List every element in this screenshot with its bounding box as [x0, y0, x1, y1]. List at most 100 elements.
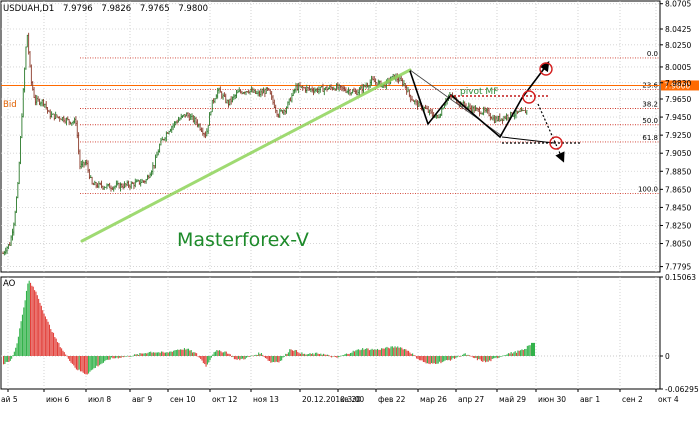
ao-bar: [405, 349, 406, 356]
ao-bar: [292, 350, 293, 356]
pivot-annotation: pivot MF: [460, 87, 498, 97]
y-tick-label: 7.9250: [665, 131, 691, 140]
ao-bar: [249, 356, 250, 357]
ao-bar: [493, 356, 494, 358]
ao-bar: [4, 356, 5, 364]
ao-bar: [170, 351, 171, 356]
ao-bar: [463, 354, 464, 356]
ao-bar: [531, 343, 535, 356]
ao-bar: [91, 356, 92, 370]
x-tick-label: сен 2: [622, 395, 643, 404]
ao-bar: [66, 356, 67, 357]
ao-bar: [44, 314, 45, 356]
ao-bar: [438, 356, 439, 364]
ao-bar: [358, 349, 359, 356]
ao-bar: [419, 356, 420, 360]
ao-bar: [282, 356, 283, 358]
chart-window: 0.023.638.250.061.8100.07.9800 ай 5июн 6…: [0, 0, 700, 417]
ao-bar: [162, 352, 163, 356]
ao-bar: [265, 356, 266, 358]
fib-level-label: 100.0: [638, 185, 658, 193]
ao-bar: [449, 356, 450, 360]
ao-bar: [335, 356, 336, 357]
ao-bar: [215, 352, 216, 356]
ao-bar: [524, 349, 525, 356]
fib-level-label: 50.0: [642, 117, 658, 125]
ao-bar: [3, 356, 4, 364]
ao-bar: [211, 356, 212, 358]
ao-bar: [280, 356, 281, 361]
x-tick-label: окт 4: [658, 395, 679, 404]
ao-bar: [400, 347, 401, 356]
ao-bar: [330, 356, 331, 357]
ao-bar: [212, 355, 213, 356]
ao-bar: [154, 353, 155, 356]
ao-bar: [88, 356, 89, 374]
ao-bar: [251, 355, 252, 356]
ao-bar: [508, 353, 509, 356]
ao-bar: [467, 355, 468, 356]
ao-bar: [498, 356, 499, 358]
ao-bar: [288, 352, 289, 356]
ao-bar: [318, 354, 319, 356]
ao-bar: [110, 356, 111, 360]
ao-bar: [25, 300, 26, 356]
ao-bar: [320, 354, 321, 356]
ao-bar: [168, 353, 169, 356]
ao-bar: [296, 350, 297, 356]
ao-bar: [174, 350, 175, 356]
ao-bar: [287, 354, 288, 356]
ao-bar: [349, 354, 350, 356]
ao-bar: [156, 352, 157, 356]
ao-bar: [324, 354, 325, 356]
ao-bar: [354, 351, 355, 356]
ao-bar: [397, 346, 398, 356]
ao-bar: [37, 295, 38, 356]
ao-bar: [238, 356, 239, 359]
ao-bar: [274, 356, 275, 362]
ao-bar: [284, 356, 285, 357]
x-tick-label: окт 12: [212, 395, 238, 404]
ao-bar: [133, 356, 134, 357]
ao-bar: [247, 356, 248, 357]
ao-bar: [129, 356, 130, 357]
y-tick-label: 7.8250: [665, 221, 691, 230]
ao-bar: [64, 352, 65, 356]
ao-bar: [245, 356, 246, 359]
ao-bar: [75, 356, 76, 368]
x-tick-label: мар 26: [420, 395, 447, 404]
ao-bar: [196, 353, 197, 356]
ao-bar: [309, 353, 310, 356]
ao-bar: [193, 352, 194, 356]
ao-bar: [431, 356, 432, 363]
ao-bar: [199, 356, 200, 358]
ao-bar: [363, 350, 364, 356]
ao-bar: [189, 350, 190, 356]
ao-bar: [8, 356, 9, 362]
ao-bar: [501, 356, 502, 357]
ao-bar: [505, 355, 506, 356]
ao-bar: [339, 356, 340, 357]
y-tick-label: 7.8450: [665, 203, 691, 212]
ao-bar: [457, 356, 458, 357]
ao-bar: [323, 354, 324, 356]
ao-bar: [177, 350, 178, 356]
ao-bar: [264, 356, 265, 357]
ao-bar: [203, 356, 204, 363]
ao-bar: [77, 356, 78, 370]
ao-bar: [226, 352, 227, 356]
ao-bar: [345, 354, 346, 356]
ao-bar: [106, 356, 107, 360]
ao-bar: [173, 351, 174, 356]
ao-tick-label: 0.15063: [665, 273, 696, 282]
ao-bar: [71, 356, 72, 363]
ao-bar: [316, 353, 317, 356]
fib-level-label: 61.8: [642, 134, 658, 142]
ao-bar: [187, 349, 188, 356]
ao-bar: [145, 353, 146, 356]
ao-bar: [488, 356, 489, 362]
ao-bar: [107, 356, 108, 360]
ao-bar: [272, 356, 273, 362]
ao-bar: [87, 356, 88, 374]
ao-bar: [355, 350, 356, 356]
